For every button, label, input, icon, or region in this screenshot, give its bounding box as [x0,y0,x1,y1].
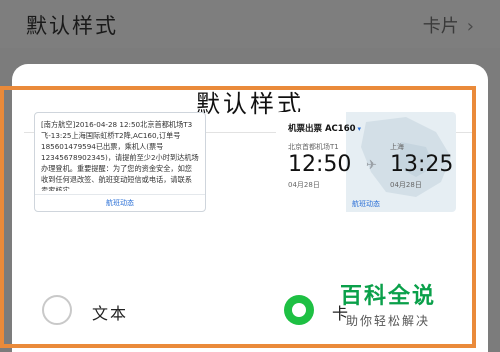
flight-card-header: 机票出票 AC160 ▾ [288,122,361,134]
watermark: 百科全说 助你轻松解决 [340,278,460,329]
text-style-radio[interactable] [42,295,72,325]
settings-row-value: 卡片 › [423,12,474,38]
settings-row-default-style[interactable]: 默认样式 卡片 › [0,0,500,48]
watermark-title: 百科全说 [340,284,437,309]
settings-row-value-text: 卡片 [422,16,459,37]
caret-down-icon: ▾ [357,125,362,133]
departure-time: 12:50 [288,152,352,177]
departure-date: 04月28日 [288,181,320,189]
settings-row-title: 默认样式 [26,14,118,38]
sms-preview-text: [南方航空]2016-04-28 12:50北京首都机场T3飞-13:25上海国… [41,120,199,191]
arrival-city: 上海 [390,143,404,151]
chevron-right-icon: › [466,16,474,37]
sms-flight-status-link: 航班动态 [35,194,205,211]
flight-status-link: 航班动态 [352,200,380,208]
text-style-label[interactable]: 文本 [92,300,128,324]
arrival-date: 04月28日 [390,181,422,189]
sms-preview-card[interactable]: [南方航空]2016-04-28 12:50北京首都机场T3飞-13:25上海国… [34,112,206,212]
airplane-icon: ✈ [366,158,377,173]
flight-card-header-text: 机票出票 AC160 [288,124,356,134]
card-style-radio[interactable] [284,295,314,325]
arrival-time: 13:25 [390,152,454,177]
flight-card-preview[interactable]: 机票出票 AC160 ▾ 北京首都机场T1 上海 12:50 ✈ 13:25 04… [276,112,456,212]
departure-city: 北京首都机场T1 [288,143,339,151]
watermark-subtitle: 助你轻松解决 [346,314,431,328]
